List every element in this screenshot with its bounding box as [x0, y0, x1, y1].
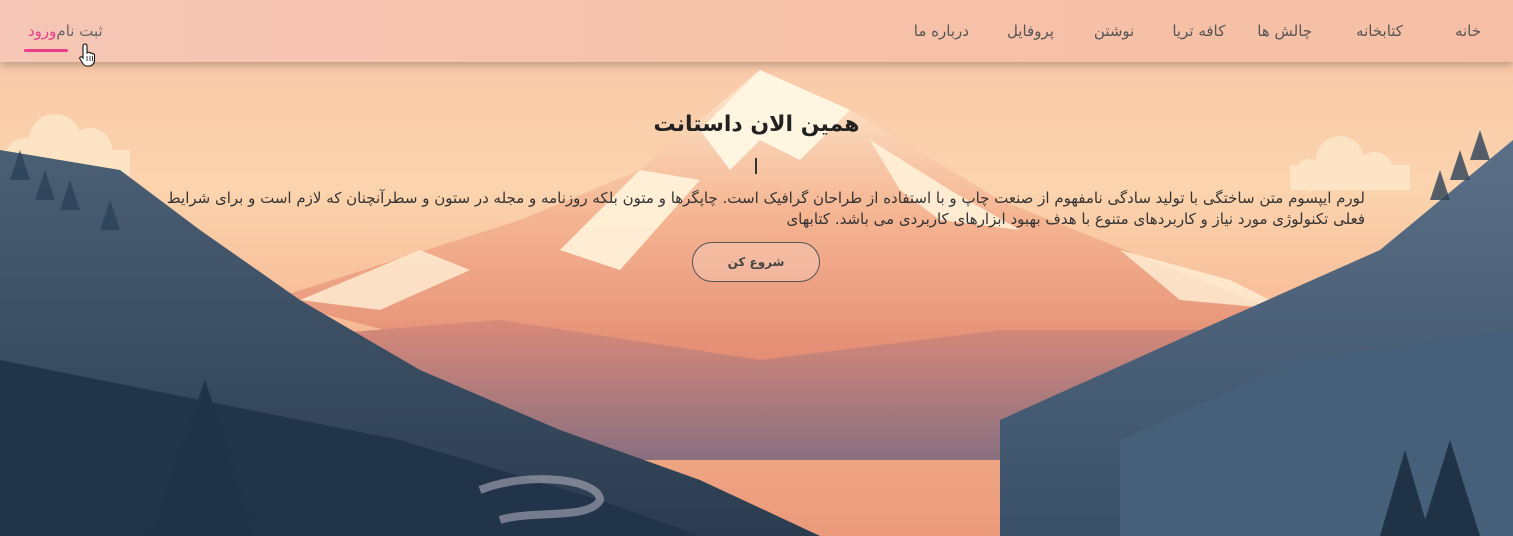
login-label: ورود — [28, 22, 57, 40]
main-nav: خانه کتابخانه چالش ها کافه تریا نوشتن پر… — [914, 0, 1513, 62]
login-link[interactable]: ورود — [24, 22, 69, 52]
nav-item-profile[interactable]: پروفایل — [1007, 22, 1054, 40]
hand-pointer-icon — [79, 43, 96, 67]
nav-item-cafeteria[interactable]: کافه تریا — [1172, 22, 1225, 40]
nav-item-about[interactable]: درباره ما — [914, 22, 969, 40]
login-active-underline — [24, 49, 69, 52]
start-button[interactable]: شروع کن — [692, 242, 820, 282]
hero-title: همین الان داستانت — [653, 112, 860, 137]
register-link[interactable]: ثبت نام — [56, 22, 102, 40]
nav-item-writing[interactable]: نوشتن — [1094, 22, 1134, 40]
typing-caret — [755, 158, 757, 174]
moon-icon — [1125, 66, 1162, 103]
top-navigation-bar: خانه کتابخانه چالش ها کافه تریا نوشتن پر… — [0, 0, 1513, 62]
start-button-label: شروع کن — [727, 255, 785, 269]
hero-description: لورم ایپسوم متن ساختگی با تولید سادگی نا… — [166, 189, 1365, 228]
nav-item-challenges[interactable]: چالش ها — [1257, 22, 1312, 40]
nav-item-library[interactable]: کتابخانه — [1356, 22, 1403, 40]
nav-item-home[interactable]: خانه — [1455, 22, 1481, 40]
